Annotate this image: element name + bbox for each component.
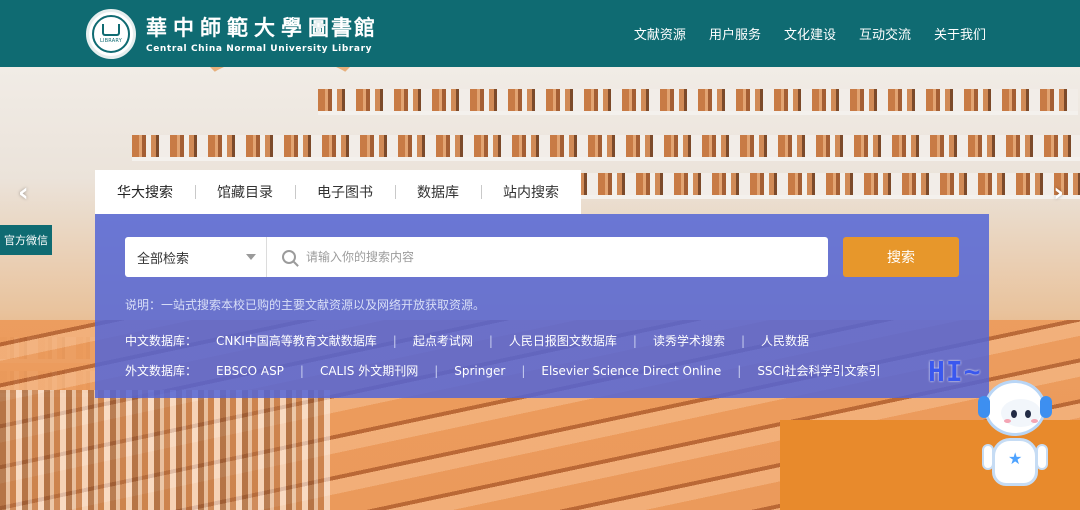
bookshelf-row — [132, 135, 1080, 161]
database-link-elsevier[interactable]: Elsevier Science Direct Online — [541, 364, 721, 378]
nav-item-interaction[interactable]: 互动交流 — [859, 24, 911, 43]
separator: | — [632, 333, 637, 348]
tab-catalog[interactable]: 馆藏目录 — [195, 170, 295, 214]
chinese-databases-label: 中文数据库： — [125, 334, 198, 348]
foreign-databases-row: 外文数据库： EBSCO ASP | CALIS 外文期刊网 | Springe… — [125, 362, 880, 379]
nav-item-about[interactable]: 关于我们 — [934, 24, 986, 43]
robot-assistant-icon[interactable]: ★ — [978, 380, 1054, 496]
university-seal-logo[interactable]: LIBRARY — [86, 9, 136, 59]
database-link-ebsco[interactable]: EBSCO ASP — [216, 364, 284, 378]
search-scope-select[interactable]: 全部检索 — [125, 237, 267, 277]
chinese-databases-row: 中文数据库： CNKI中国高等教育文献数据库 | 起点考试网 | 人民日报图文数… — [125, 332, 809, 349]
mascot-greeting: HI~ — [928, 355, 982, 388]
search-box — [267, 237, 828, 277]
database-link-peoples-data[interactable]: 人民数据 — [761, 332, 809, 349]
bookshelf-row — [560, 173, 1080, 199]
separator: | — [488, 333, 493, 348]
bookshelf-lower-left — [0, 390, 330, 510]
search-button[interactable]: 搜索 — [843, 237, 959, 277]
database-link-peoples-daily[interactable]: 人民日报图文数据库 — [509, 332, 617, 349]
foreign-databases-label: 外文数据库： — [125, 364, 198, 378]
search-description: 说明：一站式搜索本校已购的主要文献资源以及网络开放获取资源。 — [125, 298, 486, 312]
separator: | — [521, 363, 526, 378]
separator: | — [392, 333, 397, 348]
nav-item-services[interactable]: 用户服务 — [709, 24, 761, 43]
separator: | — [299, 363, 304, 378]
nav-item-culture[interactable]: 文化建设 — [784, 24, 836, 43]
nav-item-resources[interactable]: 文献资源 — [634, 24, 686, 43]
database-link-springer[interactable]: Springer — [454, 364, 505, 378]
search-panel: 全部检索 搜索 说明：一站式搜索本校已购的主要文献资源以及网络开放获取资源。 中… — [95, 214, 989, 398]
official-wechat-button[interactable]: 官方微信 — [0, 225, 52, 255]
star-icon: ★ — [1008, 449, 1023, 468]
library-label: 圖書館 — [308, 15, 377, 40]
tab-databases[interactable]: 数据库 — [395, 170, 481, 214]
site-header: LIBRARY 華中師範大學圖書館 Central China Normal U… — [0, 0, 1080, 67]
seal-label: LIBRARY — [100, 38, 122, 44]
separator: | — [737, 363, 742, 378]
carousel-prev-icon[interactable]: ‹ — [18, 178, 29, 208]
tab-ebooks[interactable]: 电子图书 — [295, 170, 395, 214]
library-name-en: Central China Normal University Library — [146, 44, 373, 54]
tab-ccnu-search[interactable]: 华大搜索 — [95, 170, 195, 214]
database-link-ssci[interactable]: SSCI社会科学引文索引 — [757, 362, 880, 379]
separator: | — [740, 333, 745, 348]
headphone-icon — [1040, 396, 1052, 418]
chevron-down-icon — [246, 254, 256, 260]
database-link-calis[interactable]: CALIS 外文期刊网 — [320, 362, 418, 379]
database-link-duxiu[interactable]: 读秀学术搜索 — [653, 332, 725, 349]
library-name-cn[interactable]: 華中師範大學圖書館 — [146, 12, 377, 42]
headphone-icon — [978, 396, 990, 418]
carousel-next-icon[interactable]: › — [1053, 178, 1064, 208]
search-input[interactable] — [306, 250, 806, 264]
book-icon — [102, 24, 120, 36]
main-nav: 文献资源 用户服务 文化建设 互动交流 关于我们 — [634, 0, 986, 67]
search-icon — [282, 250, 296, 264]
university-name: 華中師範大學 — [146, 15, 308, 40]
database-link-qidian[interactable]: 起点考试网 — [413, 332, 473, 349]
tab-site-search[interactable]: 站内搜索 — [481, 170, 581, 214]
search-scope-value: 全部检索 — [137, 251, 190, 267]
database-link-cnki[interactable]: CNKI中国高等教育文献数据库 — [216, 332, 377, 349]
separator: | — [434, 363, 439, 378]
bookshelf-row — [318, 89, 1078, 115]
search-tabs: 华大搜索 馆藏目录 电子图书 数据库 站内搜索 — [95, 170, 581, 214]
